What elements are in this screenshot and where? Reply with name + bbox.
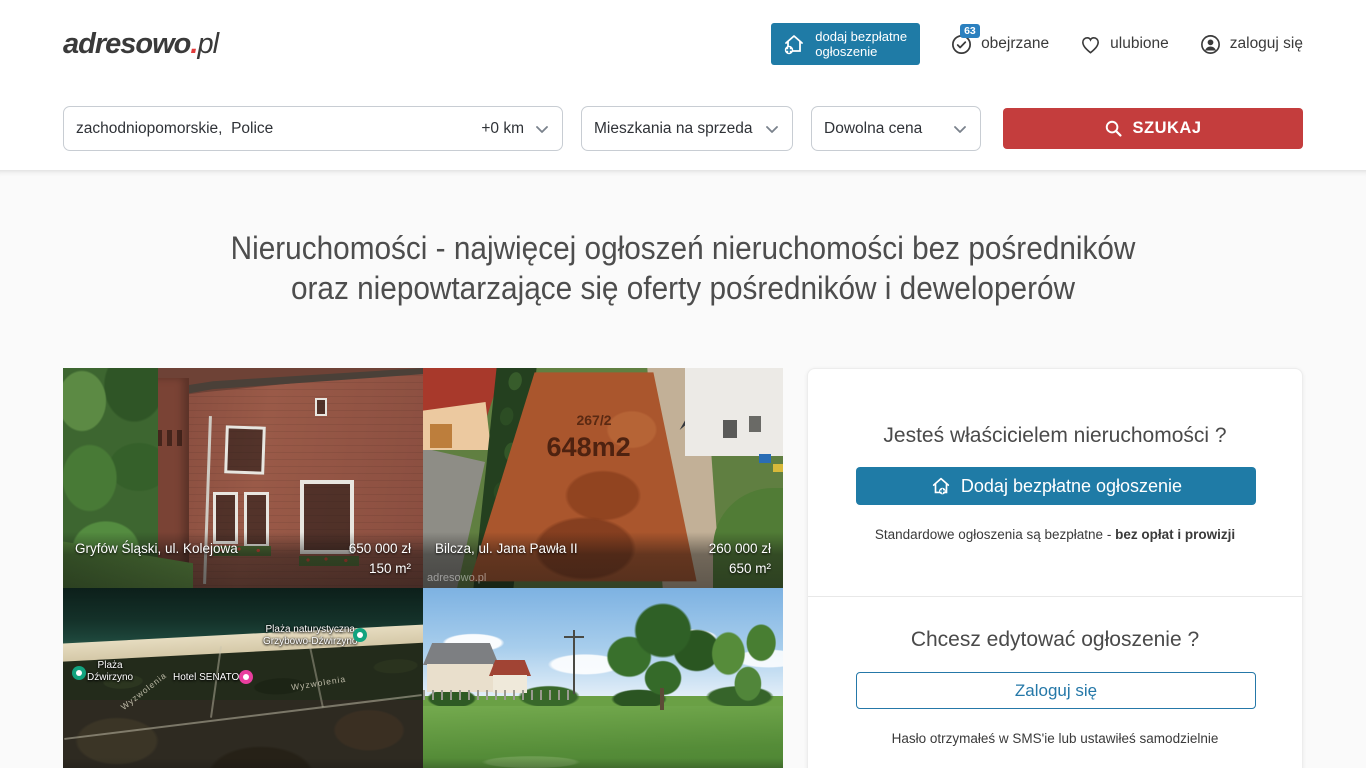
listing-price: 650 000 zł <box>349 539 411 559</box>
photo-car-yellow <box>773 464 783 472</box>
beach-marker-icon <box>72 666 86 680</box>
nav-login-label: zaloguj się <box>1230 35 1303 53</box>
sidebar-add-listing-label: Dodaj bezpłatne ogłoszenie <box>961 476 1182 497</box>
add-listing-label: dodaj bezpłatne ogłoszenie <box>815 29 907 59</box>
photo-birches <box>705 606 783 714</box>
nav-favorites[interactable]: ulubione <box>1079 33 1169 56</box>
logo[interactable]: adresowo.pl <box>63 28 218 61</box>
listing-area: 650 m² <box>729 559 771 579</box>
hotel-marker-icon <box>239 670 253 684</box>
watermark: adresowo.pl <box>427 572 486 584</box>
plot-area-label: 648m2 <box>524 432 654 463</box>
house-plus-icon <box>782 32 806 56</box>
chevron-down-icon <box>534 121 550 137</box>
listing-price-area: 260 000 zł 650 m² <box>709 539 771 579</box>
map-label-beach: Plaża Dźwirzyno <box>87 660 133 684</box>
nav-viewed[interactable]: 63 obejrzane <box>950 33 1049 56</box>
photo-fence <box>423 690 573 700</box>
edit-section-title: Chcesz edytować ogłoszenie ? <box>808 628 1302 652</box>
photo-house-wall <box>427 664 493 692</box>
sidebar-login-label: Zaloguj się <box>1015 681 1097 701</box>
page-title: Nieruchomości - najwięcej ogłoszeń nieru… <box>48 228 1318 308</box>
listing-card-grojec[interactable]: Grojec, ul. Bagienna 891 000 zł <box>423 588 783 768</box>
location-input[interactable]: zachodniopomorskie, Police +0 km <box>63 106 563 151</box>
photo-power-pole <box>573 630 575 694</box>
sidebar-login-button[interactable]: Zaloguj się <box>856 672 1256 709</box>
page: adresowo.pl dodaj bezpłatne ogłoszenie <box>0 0 1366 768</box>
sidebar-divider <box>808 596 1302 597</box>
photo-right-house-wall <box>685 368 783 456</box>
sidebar-add-listing-button[interactable]: Dodaj bezpłatne ogłoszenie <box>856 467 1256 505</box>
photo-house-roof <box>489 660 531 676</box>
photo-gable-windows <box>157 430 183 446</box>
photo-power-pole-crossbar <box>564 636 584 638</box>
listing-price-area: 650 000 zł 150 m² <box>349 539 411 579</box>
nav-favorites-label: ulubione <box>1110 35 1169 53</box>
owner-note: Standardowe ogłoszenia są bezpłatne - be… <box>808 527 1302 542</box>
listing-price: 260 000 zł <box>709 539 771 559</box>
photo-tree-trunk <box>660 688 664 710</box>
photo-window <box>224 425 266 474</box>
chevron-down-icon <box>952 121 968 137</box>
price-value: Dowolna cena <box>824 120 922 138</box>
location-radius-select[interactable]: +0 km <box>481 120 550 138</box>
header: adresowo.pl dodaj bezpłatne ogłoszenie <box>63 0 1303 88</box>
nav-viewed-label: obejrzane <box>981 35 1049 53</box>
location-radius-value: +0 km <box>481 120 524 138</box>
listing-card-bilcza[interactable]: 267/2 648m2 adresowo.pl Bilcza, ul. Jana… <box>423 368 783 588</box>
category-select[interactable]: Mieszkania na sprzeda <box>581 106 793 151</box>
listing-caption: Gryfów Śląski, ul. Kolejowa 650 000 zł 1… <box>63 532 423 588</box>
beach-marker-icon <box>353 628 367 642</box>
search-bar: zachodniopomorskie, Police +0 km Mieszka… <box>63 106 1303 151</box>
plot-number-label: 267/2 <box>535 412 654 428</box>
user-icon <box>1199 33 1222 56</box>
page-title-line2: oraz niepowtarzające się oferty pośredni… <box>48 268 1318 308</box>
location-value: zachodniopomorskie, Police <box>76 120 273 138</box>
owner-section-title: Jesteś właścicielem nieruchomości ? <box>808 424 1302 448</box>
map-label-hotel: Hotel SENATOR <box>173 672 247 684</box>
photo-window <box>749 416 761 432</box>
search-icon <box>1104 119 1123 138</box>
listings-grid: Gryfów Śląski, ul. Kolejowa 650 000 zł 1… <box>63 368 783 768</box>
photo-window <box>723 420 737 438</box>
listing-caption: Grojec, ul. Bagienna 891 000 zł <box>423 758 783 768</box>
nav-login[interactable]: zaloguj się <box>1199 33 1303 56</box>
chevron-down-icon <box>764 121 780 137</box>
listing-area: 150 m² <box>369 559 411 579</box>
sidebar-card: Jesteś właścicielem nieruchomości ? Doda… <box>807 368 1303 768</box>
listing-address: Bilcza, ul. Jana Pawła II <box>435 539 578 559</box>
edit-note: Hasło otrzymałeś w SMS'ie lub ustawiłeś … <box>808 731 1302 746</box>
search-button-label: SZUKAJ <box>1132 119 1201 138</box>
listing-photo-meadow <box>423 588 783 768</box>
listing-caption: Dźwirzyno, ul. Wyzwolenia zapytaj <box>63 758 423 768</box>
photo-window <box>315 398 327 416</box>
listing-card-gryfow[interactable]: Gryfów Śląski, ul. Kolejowa 650 000 zł 1… <box>63 368 423 588</box>
logo-brand: adresowo <box>63 28 190 60</box>
house-plus-icon <box>930 475 952 497</box>
listing-card-dzwirzyno[interactable]: Plaża naturystyczna Grzybowo-Dźwirzyno P… <box>63 588 423 768</box>
search-button[interactable]: SZUKAJ <box>1003 108 1303 149</box>
listing-address: Gryfów Śląski, ul. Kolejowa <box>75 539 238 559</box>
header-nav: dodaj bezpłatne ogłoszenie 63 obejrzane <box>771 23 1303 65</box>
page-title-line1: Nieruchomości - najwięcej ogłoszeń nieru… <box>48 228 1318 268</box>
logo-tld: pl <box>197 28 218 60</box>
price-select[interactable]: Dowolna cena <box>811 106 981 151</box>
heart-icon <box>1079 33 1102 56</box>
add-listing-button[interactable]: dodaj bezpłatne ogłoszenie <box>771 23 920 65</box>
category-value: Mieszkania na sprzeda <box>594 120 762 138</box>
listing-photo-map: Plaża naturystyczna Grzybowo-Dźwirzyno P… <box>63 588 423 768</box>
map-label-beach-naturist: Plaża naturystyczna Grzybowo-Dźwirzyno <box>263 624 357 648</box>
photo-garage-door <box>430 424 452 448</box>
photo-car-blue <box>759 454 771 463</box>
viewed-count-badge: 63 <box>960 24 980 38</box>
owner-note-bold: bez opłat i prowizji <box>1115 527 1235 542</box>
photo-house-roof <box>423 643 499 665</box>
